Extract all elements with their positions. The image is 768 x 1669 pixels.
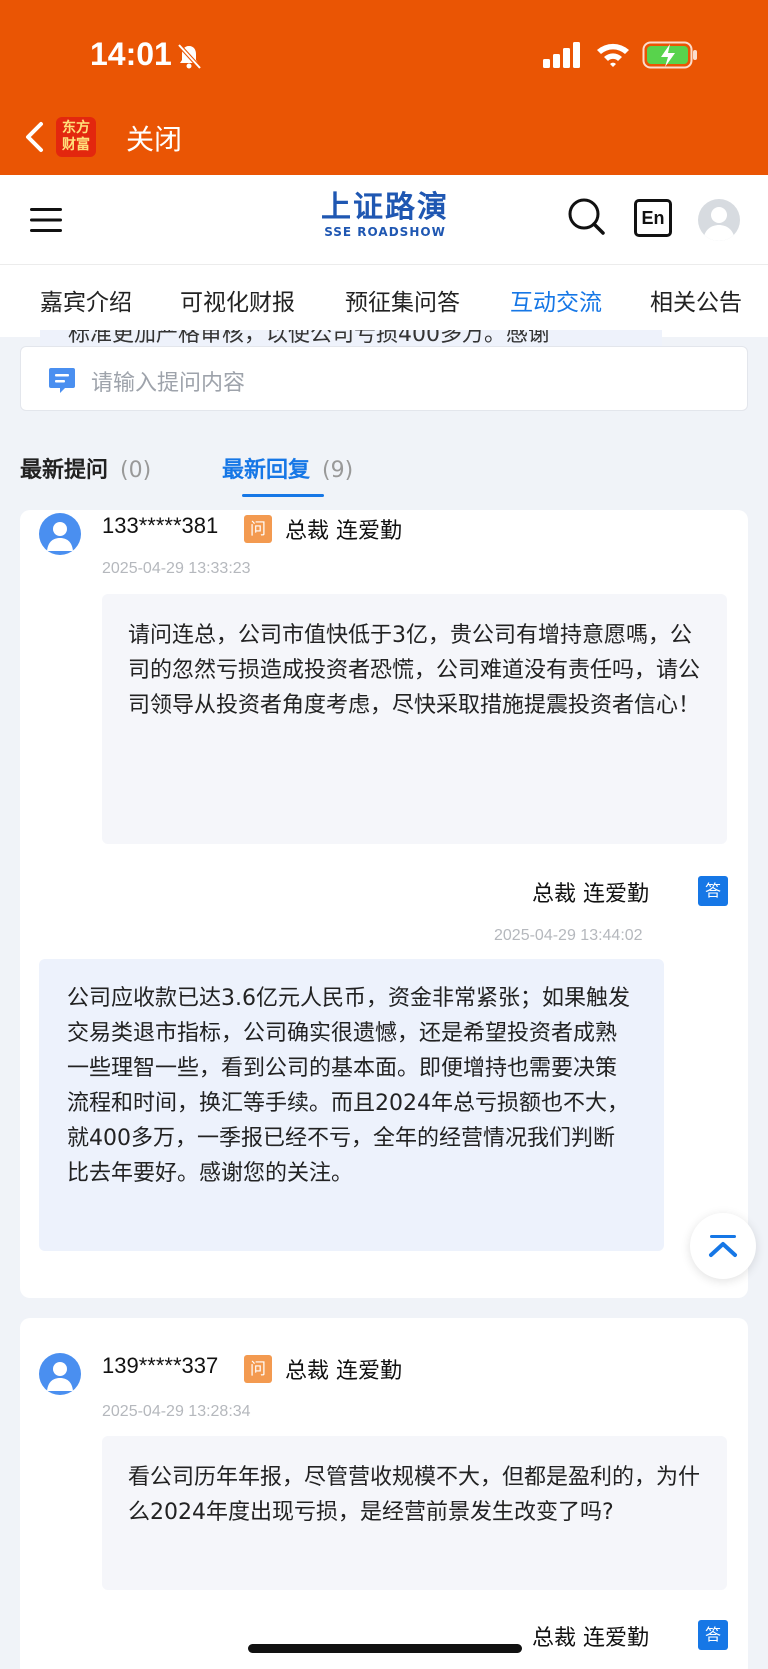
- subtab-latest-questions-label: 最新提问: [20, 458, 109, 483]
- tab-guest-intro[interactable]: 嘉宾介绍: [40, 283, 132, 317]
- subtab-latest-replies-label: 最新回复: [222, 458, 311, 483]
- question-recipient: 总裁 连爱勤: [285, 519, 402, 544]
- tab-announcements[interactable]: 相关公告: [650, 283, 742, 317]
- language-toggle-button[interactable]: En: [634, 199, 672, 237]
- person-icon: [47, 1362, 73, 1391]
- qa-card: 133*****381 问 总裁 连爱勤 2025-04-29 13:33:23…: [20, 510, 748, 1298]
- tab-visual-report[interactable]: 可视化财报: [180, 283, 295, 317]
- subtab-latest-replies[interactable]: 最新回复 (9): [222, 452, 353, 484]
- peek-text: 标准更加严格审核，以使公司亏损400多万。感谢: [68, 330, 550, 346]
- question-timestamp: 2025-04-29 13:33:23: [102, 560, 251, 577]
- bell-muted-icon: [177, 43, 202, 70]
- question-badge: 问: [244, 1355, 272, 1383]
- tab-interaction[interactable]: 互动交流: [510, 283, 602, 317]
- wifi-icon: [597, 43, 629, 67]
- qa-card: 139*****337 问 总裁 连爱勤 2025-04-29 13:28:34…: [20, 1318, 748, 1669]
- app-logo: 东方 财富: [56, 117, 96, 157]
- answer-badge: 答: [698, 1620, 728, 1650]
- comment-icon: [49, 368, 75, 393]
- answer-timestamp: 2025-04-29 13:44:02: [494, 927, 643, 944]
- brand-cn: 上证路演: [321, 190, 449, 225]
- question-recipient: 总裁 连爱勤: [285, 1359, 402, 1384]
- brand-en: SSE ROADSHOW: [324, 225, 446, 239]
- asker-name: 133*****381: [102, 513, 219, 538]
- asker-name: 139*****337: [102, 1353, 219, 1378]
- subtab-latest-questions[interactable]: 最新提问 (0): [20, 452, 151, 484]
- app-logo-line-2: 财富: [62, 137, 90, 153]
- question-text: 请问连总，公司市值快低于3亿，贵公司有增持意愿嗎，公司的忽然亏损造成投资者恐慌，…: [102, 594, 727, 844]
- tab-pre-collected-qa[interactable]: 预征集问答: [345, 283, 460, 317]
- site-header: 上证路演 SSE ROADSHOW En: [0, 175, 768, 265]
- subtab-latest-questions-count: (0): [120, 458, 152, 483]
- scrolled-content-peek: 标准更加严格审核，以使公司亏损400多万。感谢: [40, 330, 662, 346]
- sse-roadshow-logo[interactable]: 上证路演 SSE ROADSHOW: [310, 190, 460, 240]
- reply-subtabs: 最新提问 (0) 最新回复 (9): [20, 438, 768, 510]
- person-icon: [47, 522, 73, 551]
- question-text: 看公司历年年报，尽管营收规模不大，但都是盈利的，为什么2024年度出现亏损，是经…: [102, 1436, 727, 1590]
- back-chevron-icon[interactable]: [22, 120, 46, 154]
- back-to-top-icon: [709, 1235, 737, 1257]
- cellular-signal-icon: [543, 42, 580, 68]
- question-input-placeholder: 请输入提问内容: [91, 371, 246, 396]
- user-avatar[interactable]: [698, 199, 740, 241]
- close-button[interactable]: 关闭: [126, 118, 182, 158]
- question-input[interactable]: 请输入提问内容: [20, 346, 748, 411]
- app-logo-line-1: 东方: [62, 120, 90, 136]
- main-tabs: 嘉宾介绍 可视化财报 预征集问答 互动交流 相关公告: [0, 265, 768, 337]
- answer-text: 公司应收款已达3.6亿元人民币，资金非常紧张；如果触发交易类退市指标，公司确实很…: [39, 959, 664, 1251]
- app-top-bar: 14:01 东方 财富 关闭: [0, 0, 768, 175]
- search-icon[interactable]: [566, 196, 606, 236]
- asker-avatar: [39, 1353, 81, 1395]
- question-timestamp: 2025-04-29 13:28:34: [102, 1403, 251, 1420]
- question-badge: 问: [244, 515, 272, 543]
- back-to-top-button[interactable]: [690, 1213, 756, 1279]
- home-indicator: [248, 1644, 522, 1653]
- responder-name: 总裁 连爱勤: [532, 1626, 649, 1651]
- user-avatar-icon: [703, 207, 735, 241]
- menu-icon[interactable]: [28, 205, 64, 235]
- responder-name: 总裁 连爱勤: [532, 882, 649, 907]
- answer-badge: 答: [698, 876, 728, 906]
- active-subtab-indicator: [242, 494, 324, 497]
- battery-charging-icon: [642, 41, 697, 69]
- asker-avatar: [39, 513, 81, 555]
- subtab-latest-replies-count: (9): [322, 458, 354, 483]
- status-time: 14:01: [90, 36, 172, 72]
